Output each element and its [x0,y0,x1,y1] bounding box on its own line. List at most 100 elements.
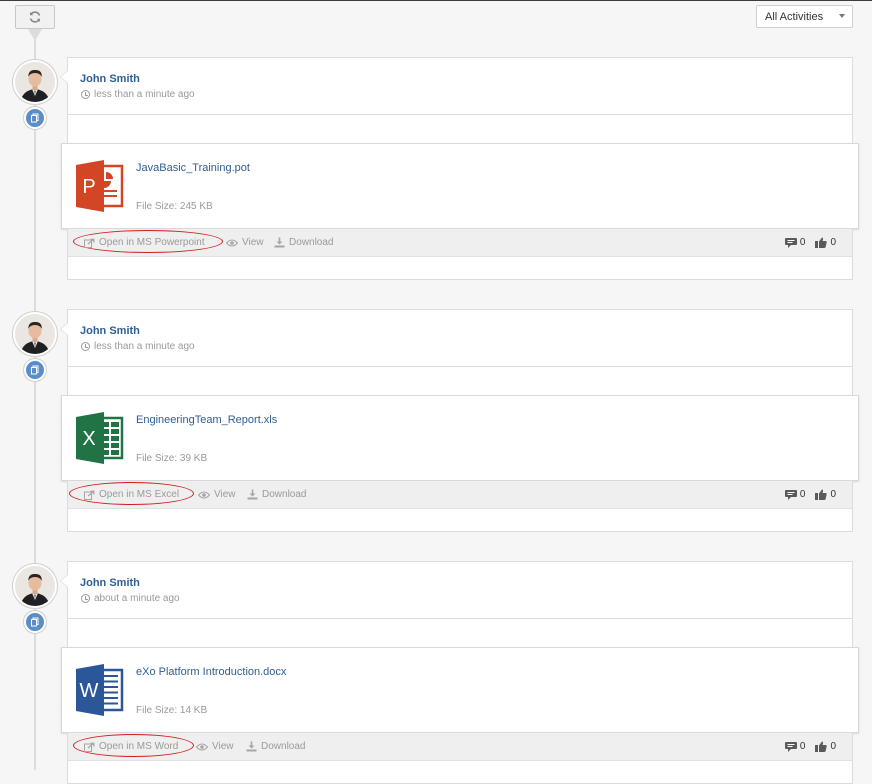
activity-body [67,115,853,143]
download-label: Download [289,237,334,248]
open-in-office-label: Open in MS Excel [99,489,180,500]
file-preview-card[interactable]: P JavaBasic_Training.pot File Size: 245 … [61,143,859,229]
activity-filter-select[interactable]: All Activities [756,5,853,28]
download-icon [246,741,257,752]
activity-actions-bar: Open in MS Powerpoint View Download 0 0 [67,229,853,256]
avatar[interactable] [13,312,57,356]
open-external-icon [84,238,95,248]
file-size: File Size: 245 KB [136,201,213,212]
document-type-icon [24,611,46,633]
clock-icon [81,342,90,351]
open-in-office-label: Open in MS Word [99,741,179,752]
like-count-value: 0 [830,237,836,248]
open-external-icon [84,490,95,500]
thumbs-up-icon [815,237,828,248]
chevron-down-icon [839,14,845,18]
open-in-office-button[interactable]: Open in MS Word [84,741,178,752]
download-button[interactable]: Download [274,237,333,248]
time-label: less than a minute ago [94,341,195,352]
like-count-value: 0 [830,741,836,752]
activity-header: John Smith less than a minute ago [60,57,853,115]
comment-count-value: 0 [799,741,806,752]
like-count-value: 0 [830,489,836,500]
file-type-icon: W [76,664,124,716]
comment-icon [784,741,797,752]
thumbs-up-icon [815,741,828,752]
download-label: Download [261,741,306,752]
activity-body [67,619,853,647]
document-type-icon [24,359,46,381]
open-in-office-label: Open in MS Powerpoint [99,237,205,248]
open-in-office-button[interactable]: Open in MS Powerpoint [84,237,205,248]
file-name-link[interactable]: EngineeringTeam_Report.xls [136,414,277,426]
document-type-icon [24,107,46,129]
author-name[interactable]: John Smith [80,577,140,589]
like-count[interactable]: 0 [815,237,836,248]
view-label: View [242,237,264,248]
avatar[interactable] [13,60,57,104]
activity-header: John Smith less than a minute ago [60,309,853,367]
download-button[interactable]: Download [247,489,306,500]
activity-time: about a minute ago [81,593,180,604]
timeline-arrow [28,29,42,41]
download-button[interactable]: Download [246,741,305,752]
eye-icon [226,238,238,247]
time-label: less than a minute ago [94,89,195,100]
comment-icon [784,489,797,500]
comment-count[interactable]: 0 [784,741,806,752]
activity-actions-bar: Open in MS Word View Download 0 0 [67,733,853,760]
refresh-icon [29,11,41,23]
comment-count[interactable]: 0 [784,237,806,248]
comment-count-value: 0 [799,489,806,500]
download-icon [247,489,258,500]
file-type-icon: P [76,160,124,212]
svg-text:P: P [82,176,95,198]
author-name[interactable]: John Smith [80,325,140,337]
open-in-office-button[interactable]: Open in MS Excel [84,489,179,500]
download-icon [274,237,285,248]
view-label: View [212,741,234,752]
activity-actions-bar: Open in MS Excel View Download 0 0 [67,481,853,508]
activity-body [67,367,853,395]
open-external-icon [84,742,95,752]
time-label: about a minute ago [94,593,180,604]
clock-icon [81,594,90,603]
file-size: File Size: 39 KB [136,453,208,464]
top-border [0,0,872,1]
thumbs-up-icon [815,489,828,500]
view-button[interactable]: View [226,237,264,248]
view-label: View [214,489,236,500]
like-count[interactable]: 0 [815,741,836,752]
comment-area[interactable] [67,508,853,532]
activity-time: less than a minute ago [81,341,195,352]
download-label: Download [262,489,307,500]
file-size: File Size: 14 KB [136,705,208,716]
file-preview-card[interactable]: W eXo Platform Introduction.docx File Si… [61,647,859,733]
activity-filter-label: All Activities [765,10,824,23]
file-name-link[interactable]: JavaBasic_Training.pot [136,162,250,174]
comment-area[interactable] [67,760,853,784]
timeline-line [34,30,36,770]
comment-count-value: 0 [799,237,806,248]
activity-counters: 0 0 [784,489,836,500]
clock-icon [81,90,90,99]
like-count[interactable]: 0 [815,489,836,500]
author-name[interactable]: John Smith [80,73,140,85]
refresh-button[interactable] [15,5,55,29]
view-button[interactable]: View [198,489,236,500]
file-preview-card[interactable]: X EngineeringTeam_Report.xls File Size: … [61,395,859,481]
comment-count[interactable]: 0 [784,489,806,500]
svg-text:X: X [82,428,95,450]
activity-counters: 0 0 [784,237,836,248]
avatar[interactable] [13,564,57,608]
file-type-icon: X [76,412,124,464]
comment-area[interactable] [67,256,853,280]
eye-icon [196,742,208,751]
file-name-link[interactable]: eXo Platform Introduction.docx [136,666,286,678]
view-button[interactable]: View [196,741,234,752]
eye-icon [198,490,210,499]
comment-icon [784,237,797,248]
activity-counters: 0 0 [784,741,836,752]
activity-time: less than a minute ago [81,89,195,100]
activity-header: John Smith about a minute ago [60,561,853,619]
